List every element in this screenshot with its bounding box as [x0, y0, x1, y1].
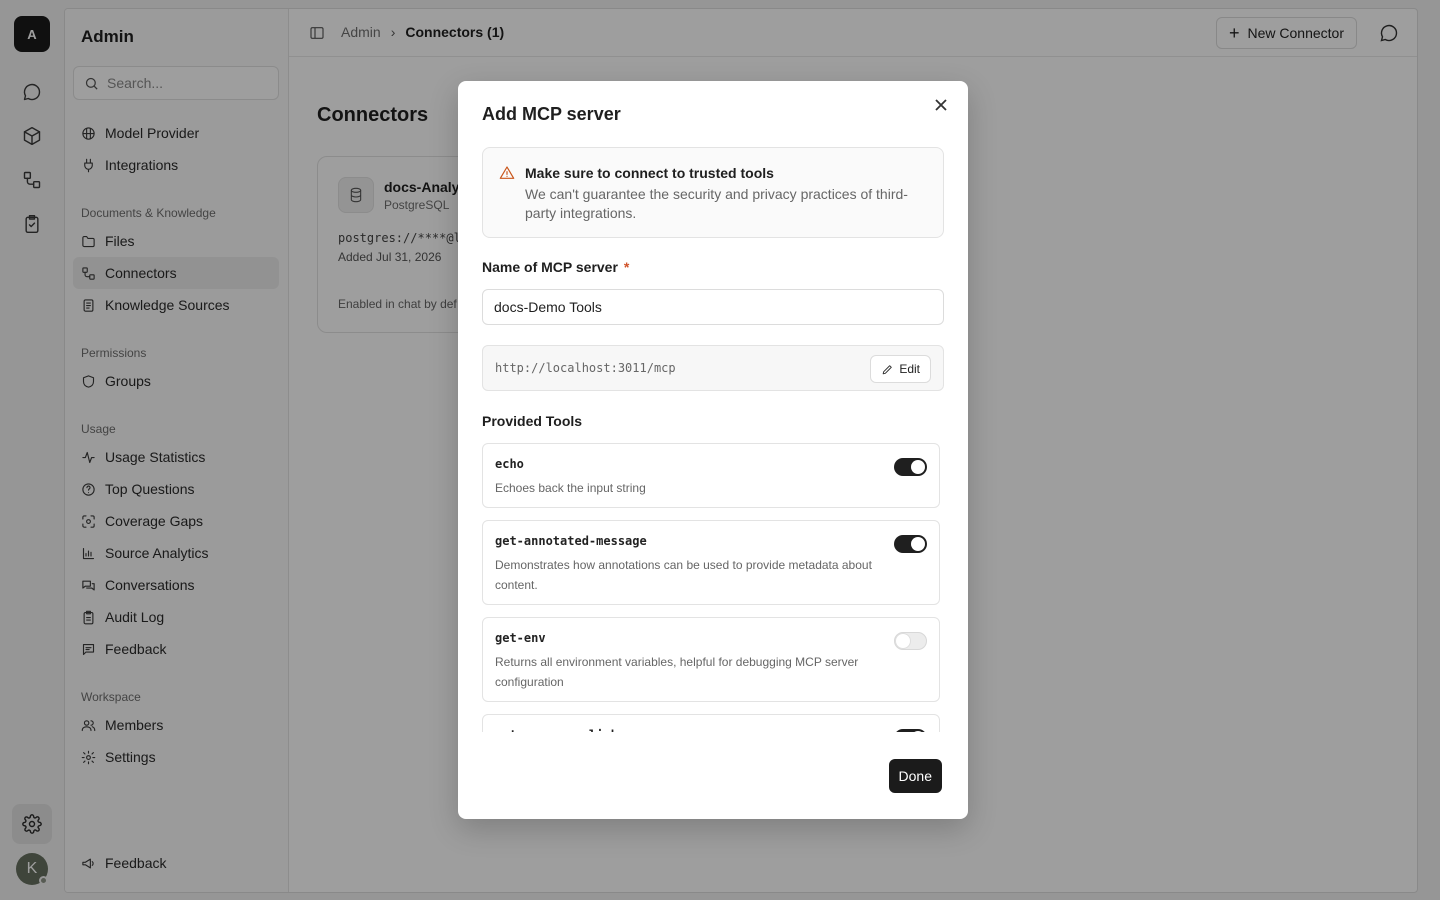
close-icon[interactable] — [934, 98, 950, 114]
done-button[interactable]: Done — [888, 759, 942, 793]
provided-tools-heading: Provided Tools — [482, 413, 583, 429]
tool-toggle[interactable] — [894, 535, 927, 553]
warning-triangle-icon — [499, 165, 515, 181]
warning-description: We can't guarantee the security and priv… — [525, 186, 908, 221]
dialog-title: Add MCP server — [482, 104, 621, 124]
tools-list[interactable]: echo Echoes back the input string get-an… — [482, 443, 942, 732]
tool-name: get-annotated-message — [495, 534, 647, 548]
tool-toggle[interactable] — [894, 458, 927, 476]
tool-name: echo — [495, 457, 524, 471]
server-name-input[interactable]: docs-Demo Tools — [482, 289, 944, 325]
add-mcp-server-dialog: Add MCP server Make sure to connect to t… — [458, 81, 968, 819]
tool-item: get-annotated-message Demonstrates how a… — [482, 520, 940, 605]
edit-label: Edit — [899, 362, 920, 376]
tool-toggle[interactable] — [894, 729, 927, 732]
name-label-text: Name of MCP server — [482, 259, 618, 275]
tool-description: Echoes back the input string — [495, 481, 646, 495]
tool-item: get-env Returns all environment variable… — [482, 617, 940, 702]
tool-description: Demonstrates how annotations can be used… — [495, 558, 872, 592]
required-asterisk: * — [623, 259, 630, 275]
name-field-label: Name of MCP server * — [482, 259, 629, 275]
tool-toggle[interactable] — [894, 632, 927, 650]
warning-callout: Make sure to connect to trusted tools We… — [482, 147, 944, 238]
server-url: http://localhost:3011/mcp — [495, 361, 676, 375]
server-url-box: http://localhost:3011/mcp Edit — [482, 345, 944, 391]
tool-item: get-resource-links — [482, 714, 940, 732]
tool-name: get-resource-links — [495, 728, 625, 732]
warning-title: Make sure to connect to trusted tools — [525, 165, 774, 181]
pencil-icon — [882, 364, 893, 374]
tool-description: Returns all environment variables, helpf… — [495, 655, 859, 689]
tool-item: echo Echoes back the input string — [482, 443, 940, 508]
tool-name: get-env — [495, 631, 546, 645]
edit-url-button[interactable]: Edit — [870, 355, 931, 383]
